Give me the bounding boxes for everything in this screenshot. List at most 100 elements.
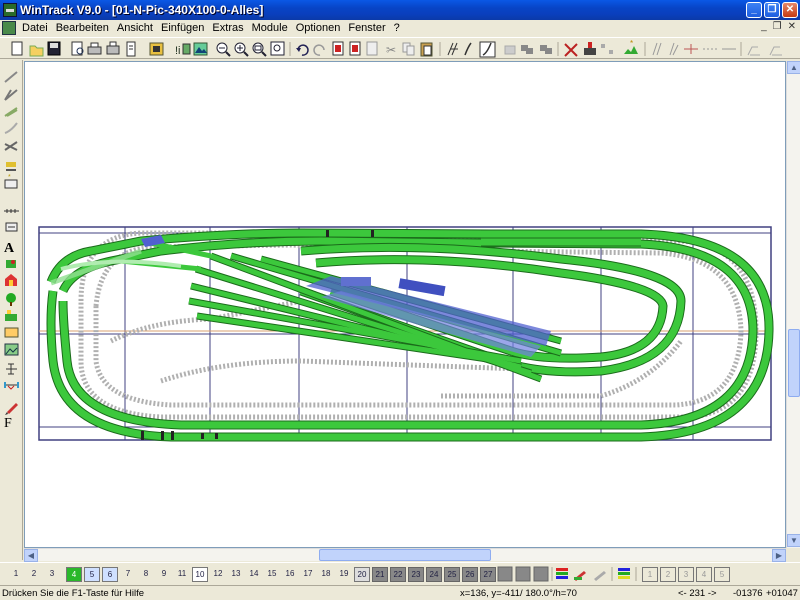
layer-6-button[interactable]: 6 xyxy=(102,567,118,582)
block-select-icon[interactable] xyxy=(747,46,760,56)
connect-icon[interactable] xyxy=(601,44,613,54)
hide-layer-icon[interactable] xyxy=(594,571,606,581)
layer-16-button[interactable]: 16 xyxy=(282,567,298,582)
document-icon[interactable] xyxy=(2,21,16,35)
view-5-button[interactable]: 5 xyxy=(714,567,730,582)
layer-11-button[interactable]: 11 xyxy=(174,567,190,582)
maximize-button[interactable]: ❐ xyxy=(764,2,780,18)
layer-15-button[interactable]: 15 xyxy=(264,567,280,582)
menu-extras[interactable]: Extras xyxy=(208,22,247,34)
3d-view-icon[interactable] xyxy=(193,42,208,56)
layer-13-button[interactable]: 13 xyxy=(228,567,244,582)
layer-17-button[interactable]: 17 xyxy=(300,567,316,582)
copy-block-icon[interactable] xyxy=(349,41,361,56)
scroll-up-arrow[interactable]: ▲ xyxy=(787,61,800,74)
layer-2-button[interactable]: 2 xyxy=(26,567,42,582)
app-icon[interactable] xyxy=(3,3,17,17)
layer-19-button[interactable]: 19 xyxy=(336,567,352,582)
layer-24-button[interactable]: 24 xyxy=(426,567,442,582)
mdi-close-button[interactable]: ✕ xyxy=(788,21,796,32)
landscape-icon[interactable]: * xyxy=(624,39,638,54)
horizontal-scroll-thumb[interactable] xyxy=(319,549,491,561)
layer-10-button[interactable]: 10 xyxy=(192,567,208,582)
layer-12-button[interactable]: 12 xyxy=(210,567,226,582)
curve-icon[interactable] xyxy=(464,42,472,56)
paste-icon[interactable] xyxy=(420,42,433,57)
scroll-down-arrow[interactable]: ▼ xyxy=(787,534,800,547)
layer-27-button[interactable]: 27 xyxy=(480,567,496,582)
vertical-scroll-thumb[interactable] xyxy=(788,329,800,397)
menu-ansicht[interactable]: Ansicht xyxy=(113,22,157,34)
layer-3-button[interactable]: 3 xyxy=(44,567,60,582)
layer-14-button[interactable]: 14 xyxy=(246,567,262,582)
track-plan[interactable] xyxy=(25,62,787,549)
layer-23-button[interactable]: 23 xyxy=(408,567,424,582)
layer-21-button[interactable]: 21 xyxy=(372,567,388,582)
save-icon[interactable] xyxy=(47,41,61,56)
buffer-icon[interactable] xyxy=(6,162,16,171)
turnout-icon[interactable] xyxy=(669,42,679,56)
minimize-button[interactable]: _ xyxy=(746,2,762,18)
menu-bearbeiten[interactable]: Bearbeiten xyxy=(52,22,113,34)
list-icon[interactable] xyxy=(126,41,136,57)
ramp-icon[interactable]: * xyxy=(4,174,18,189)
block-icon[interactable] xyxy=(332,41,344,56)
block-move-icon[interactable] xyxy=(769,46,782,56)
paste-block-icon[interactable] xyxy=(366,41,378,56)
bridge-icon[interactable] xyxy=(4,209,19,213)
layer-22-button[interactable]: 22 xyxy=(390,567,406,582)
menu-einfuegen[interactable]: Einfügen xyxy=(157,22,208,34)
copy-icon[interactable] xyxy=(402,42,415,56)
scroll-right-arrow[interactable]: ▶ xyxy=(772,549,786,562)
edit-layer-icon[interactable] xyxy=(574,571,586,581)
menu-module[interactable]: Module xyxy=(248,22,292,34)
layer-8-button[interactable]: 8 xyxy=(138,567,154,582)
layer-stack-icon[interactable] xyxy=(618,568,630,579)
library-icon[interactable] xyxy=(149,42,164,56)
view-3-button[interactable]: 3 xyxy=(678,567,694,582)
new-icon[interactable] xyxy=(11,41,23,56)
zoom-fit-icon[interactable] xyxy=(252,42,267,57)
align-icon[interactable] xyxy=(504,45,516,55)
height-marker-icon[interactable] xyxy=(5,222,18,232)
layer-4-button[interactable]: 4 xyxy=(66,567,82,582)
parts-list-icon[interactable]: !i xyxy=(175,43,191,57)
switch-icon[interactable] xyxy=(447,42,458,56)
vertical-scrollbar[interactable]: ▲ ▼ xyxy=(786,61,800,548)
menu-datei[interactable]: Datei xyxy=(18,22,52,34)
layout-canvas[interactable] xyxy=(24,61,786,548)
open-icon[interactable] xyxy=(29,45,44,57)
flex-track-icon[interactable] xyxy=(479,41,496,58)
zoom-in-icon[interactable] xyxy=(234,42,249,57)
turnout-left-icon[interactable] xyxy=(4,89,18,101)
color-layers-icon[interactable] xyxy=(556,568,568,579)
crossing-icon[interactable] xyxy=(684,44,698,54)
layer-20-button[interactable]: 20 xyxy=(354,567,370,582)
mdi-minimize-button[interactable]: _ xyxy=(761,21,767,32)
view-4-button[interactable]: 4 xyxy=(696,567,712,582)
mdi-restore-button[interactable]: ❐ xyxy=(773,21,782,32)
measure-icon[interactable] xyxy=(564,43,578,57)
menu-help[interactable]: ? xyxy=(390,22,404,34)
print-preview-icon[interactable] xyxy=(71,41,84,56)
track-icon[interactable] xyxy=(4,71,18,83)
ungroup-icon[interactable] xyxy=(540,45,552,54)
signal-icon[interactable] xyxy=(584,42,596,55)
undo-icon[interactable] xyxy=(296,44,309,56)
view-1-button[interactable]: 1 xyxy=(642,567,658,582)
print-icon[interactable] xyxy=(87,42,102,55)
zoom-out-icon[interactable] xyxy=(216,42,231,57)
scroll-left-arrow[interactable]: ◀ xyxy=(24,549,38,562)
layer-25-button[interactable]: 25 xyxy=(444,567,460,582)
close-button[interactable]: ✕ xyxy=(782,2,798,18)
horizontal-scrollbar[interactable]: ◀ ▶ xyxy=(24,548,786,562)
layer-9-button[interactable]: 9 xyxy=(156,567,172,582)
text-icon[interactable]: A xyxy=(4,241,19,256)
zoom-all-icon[interactable] xyxy=(270,41,285,56)
redo-icon[interactable] xyxy=(313,44,325,56)
menu-fenster[interactable]: Fenster xyxy=(344,22,389,34)
group-icon[interactable] xyxy=(521,45,533,54)
turnout-right-icon[interactable] xyxy=(4,107,18,117)
crossing-icon[interactable] xyxy=(4,141,18,151)
cut-icon[interactable]: ✂ xyxy=(386,43,396,57)
